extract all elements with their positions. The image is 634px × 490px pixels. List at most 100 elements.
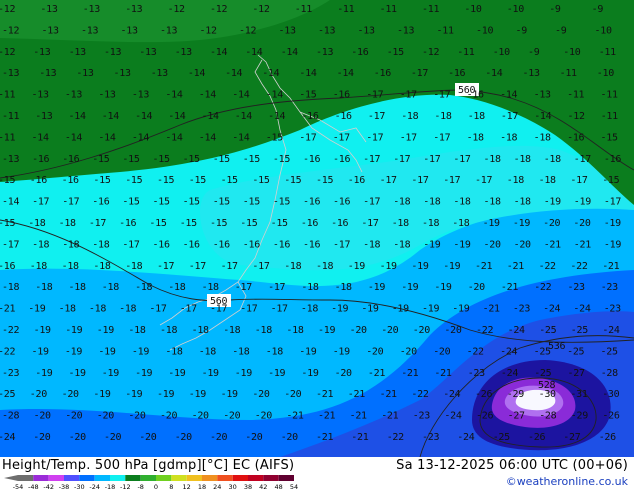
scale-bin [186,475,202,481]
temperature-label: -18 [59,304,76,315]
temperature-label: -18 [93,261,110,272]
temperature-label: -17 [366,90,383,101]
temperature-label: -17 [501,111,518,122]
temperature-label: -11 [422,4,439,15]
scale-bin [217,475,233,481]
temperature-label: -18 [453,197,470,208]
site-credit[interactable]: ©weatheronline.co.uk [506,475,628,488]
temperature-label: -19 [333,346,350,357]
temperature-label: -9 [528,47,540,58]
scale-tick-label: 38 [244,483,252,490]
temperature-label: -16 [62,154,79,165]
scale-bin [18,475,34,481]
temperature-label: -20 [413,325,430,336]
temperature-label: -26 [475,389,492,400]
temperature-label: -11 [380,4,397,15]
temperature-label: -19 [202,368,219,379]
temperature-label: -19 [189,389,206,400]
temperature-label: -28 [2,411,19,422]
temperature-label: -24 [0,432,15,443]
temperature-label: -19 [98,346,115,357]
temperature-label: -30 [602,389,619,400]
temperature-label: -16 [448,68,465,79]
temperature-label: -18 [165,346,182,357]
temperature-label: -24 [573,304,590,315]
temperature-label: -20 [160,411,177,422]
temperature-label: -18 [514,197,531,208]
temperature-label: -16 [333,90,350,101]
temperature-label: -17 [411,68,428,79]
temperature-label: -20 [514,239,531,250]
temperature-label: -13 [139,47,156,58]
temperature-label: -21 [574,239,591,250]
temperature-label: -25 [539,325,556,336]
temperature-label: -16 [301,111,318,122]
temperature-label: -17 [363,154,380,165]
scale-tick-label: -30 [74,483,85,490]
temperature-label: -11 [337,4,354,15]
temperature-label: -24 [500,346,517,357]
temperature-label: -17 [393,154,410,165]
temperature-label: -23 [513,304,530,315]
temperature-label: -22 [387,432,404,443]
temperature-label: -18 [223,325,240,336]
temperature-label: -21 [483,304,500,315]
temperature-label: -18 [500,132,517,143]
temperature-label: -26 [476,411,493,422]
temperature-label: -11 [599,47,616,58]
temperature-label: -15 [213,197,230,208]
temperature-label: -13 [98,90,115,101]
temperature-label: -20 [573,218,590,229]
temperature-label: -19 [380,261,397,272]
scale-bin [278,475,294,481]
temperature-label: -16 [331,218,348,229]
temperature-label: -17 [363,197,380,208]
temperature-label: -18 [393,239,410,250]
temperature-label: -17 [400,132,417,143]
temperature-label: -18 [468,111,485,122]
temperature-label: -25 [601,346,618,357]
temperature-label: -16 [119,218,136,229]
temperature-label: -16 [243,239,260,250]
temperature-label: -14 [232,90,249,101]
temperature-label: -16 [348,175,365,186]
temperature-label: -13 [32,90,49,101]
temperature-label: -17 [221,261,238,272]
temperature-label: -18 [62,261,79,272]
temperature-label: -14 [268,111,285,122]
temperature-label: -17 [368,111,385,122]
temperature-label: -18 [316,261,333,272]
temperature-label: -20 [223,411,240,422]
temperature-label: -11 [437,25,454,36]
temperature-label: -14 [232,132,249,143]
temperature-label: -24 [501,368,518,379]
temperature-label: -23 [604,304,621,315]
temperature-label: -12 [0,4,15,15]
temperature-label: -31 [570,389,587,400]
temperature-label: -23 [2,368,19,379]
temperature-label: -16 [153,239,170,250]
scale-tick-label: 54 [290,483,298,490]
temperature-label: -10 [595,25,612,36]
temperature-label: -24 [602,325,619,336]
scale-bin [156,475,172,481]
temperature-label: -15 [0,218,15,229]
temperature-label: -30 [539,389,556,400]
temperature-label: -15 [243,197,260,208]
temperature-label: -20 [468,282,485,293]
temperature-label: -20 [139,432,156,443]
temperature-label: -14 [281,47,298,58]
temperature-label: -19 [34,325,51,336]
temperature-label: -13 [40,4,57,15]
temperature-label: -15 [387,47,404,58]
temperature-label: -20 [350,325,367,336]
temperature-label: -17 [32,197,49,208]
temperature-label: -13 [160,25,177,36]
temperature-label: -17 [423,154,440,165]
temperature-label: -21 [475,261,492,272]
scale-tick-label: 18 [198,483,206,490]
temperature-label: -18 [393,197,410,208]
temperature-label: -12 [168,4,185,15]
temperature-label: -15 [93,175,110,186]
temperature-label: -13 [132,90,149,101]
